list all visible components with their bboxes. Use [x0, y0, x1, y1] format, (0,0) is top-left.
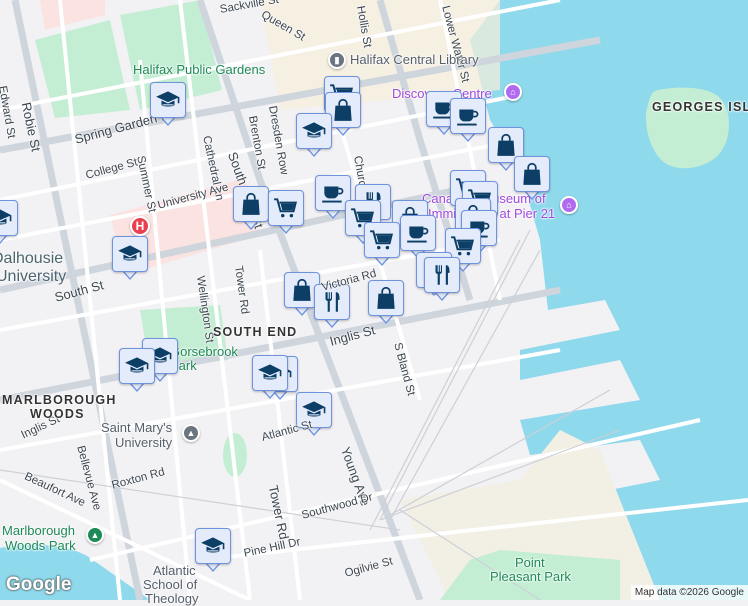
shopping-bag-icon [289, 277, 315, 303]
hospital-icon[interactable]: H [130, 216, 150, 236]
coffee-cup-icon [320, 180, 346, 206]
library-label[interactable]: Halifax Central Library [350, 52, 479, 67]
graduation-cap-icon [0, 205, 13, 231]
graduation-cap-icon [301, 118, 327, 144]
education-marker[interactable] [150, 82, 186, 126]
graduation-cap-icon [257, 360, 283, 386]
education-marker[interactable] [112, 236, 148, 280]
cart-icon [273, 195, 299, 221]
library-pin-icon[interactable]: ▮ [328, 51, 346, 69]
education-marker[interactable] [119, 348, 155, 392]
smu-label-1[interactable]: Saint Mary's [101, 420, 172, 435]
education-marker[interactable] [0, 200, 18, 244]
cart-icon [369, 227, 395, 253]
museum-pin-icon[interactable]: ⌂ [504, 83, 522, 101]
public-gardens-label[interactable]: Halifax Public Gardens [133, 63, 265, 77]
georges-island-label: GEORGES ISLAND [652, 100, 748, 114]
map-attribution[interactable]: Map data ©2026 Google [630, 585, 748, 600]
cart-icon [450, 233, 476, 259]
shopping-bag-icon [373, 285, 399, 311]
ast-label-2[interactable]: School of [143, 577, 197, 592]
dalhousie-label-1[interactable]: Dalhousie [0, 250, 63, 268]
education-marker[interactable] [296, 113, 332, 157]
cafe-marker[interactable] [450, 98, 486, 142]
marlborough-park-label-2[interactable]: Woods Park [5, 538, 76, 553]
museum-pin-icon[interactable]: ⌂ [560, 196, 578, 214]
park-pin-icon[interactable]: ▲ [86, 526, 104, 544]
ast-label-1[interactable]: Atlantic [153, 563, 196, 578]
dalhousie-label-2[interactable]: University [0, 268, 66, 286]
university-pin-icon[interactable]: ▲ [182, 424, 200, 442]
shopping-marker[interactable] [368, 280, 404, 324]
coffee-cup-icon [455, 103, 481, 129]
shopping-bag-icon [238, 191, 264, 217]
grocery-marker[interactable] [268, 190, 304, 234]
shopping-bag-icon [493, 132, 519, 158]
fork-knife-icon [429, 262, 455, 288]
ast-label-3[interactable]: Theology [145, 591, 198, 606]
marlborough-label-2: WOODS [30, 407, 85, 421]
shopping-marker[interactable] [233, 186, 269, 230]
cafe-marker[interactable] [400, 215, 436, 259]
education-marker[interactable] [195, 528, 231, 572]
smu-label-2[interactable]: University [115, 435, 172, 450]
gorsebrook-label[interactable]: Gorsebrook [170, 344, 238, 359]
coffee-cup-icon [405, 220, 431, 246]
graduation-cap-icon [124, 353, 150, 379]
marlborough-label-1: MARLBOROUGH [2, 393, 117, 407]
marlborough-park-label-1[interactable]: Marlborough [2, 523, 75, 538]
education-marker[interactable] [252, 355, 288, 399]
shopping-marker[interactable] [514, 156, 550, 200]
grocery-marker[interactable] [364, 222, 400, 266]
graduation-cap-icon [200, 533, 226, 559]
point-pleasant-label-1[interactable]: Point [515, 555, 545, 570]
point-pleasant-label-2[interactable]: Pleasant Park [490, 569, 571, 584]
graduation-cap-icon [117, 241, 143, 267]
south-end-label: SOUTH END [213, 325, 298, 339]
shopping-bag-icon [330, 97, 356, 123]
restaurant-marker[interactable] [424, 257, 460, 301]
google-logo: Google [6, 574, 72, 595]
graduation-cap-icon [155, 87, 181, 113]
shopping-bag-icon [519, 161, 545, 187]
